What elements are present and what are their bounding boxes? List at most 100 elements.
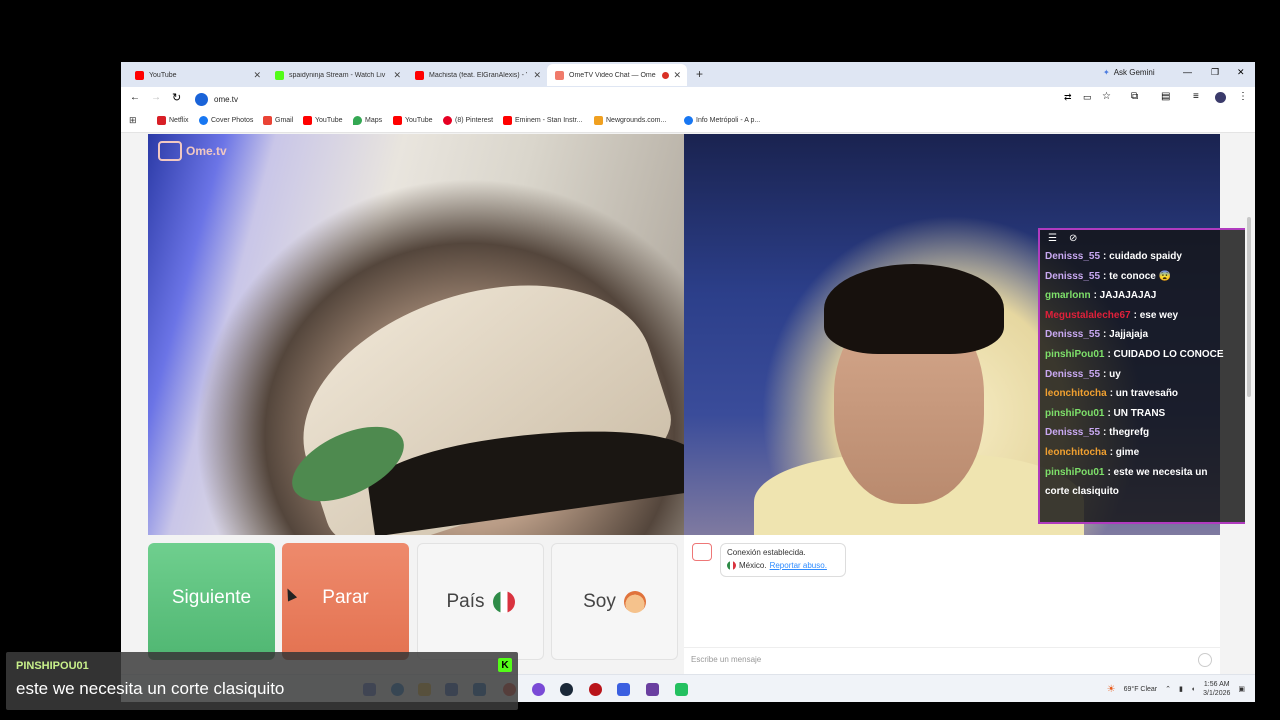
notifications-icon[interactable]: ▣	[1238, 685, 1245, 693]
apps-icon[interactable]: ⊞	[129, 115, 137, 126]
menu-icon[interactable]: ⋮	[1238, 91, 1248, 102]
mexico-flag-icon	[727, 561, 736, 570]
tab-kick[interactable]: spaidyninja Stream - Watch Liv ✕	[267, 64, 407, 86]
chat-username: Denisss_55	[1045, 329, 1101, 341]
tab-title: spaidyninja Stream - Watch Liv	[289, 71, 386, 79]
emoji-icon[interactable]	[1198, 653, 1212, 667]
toolbar: ← → ↻ ome.tv ⇄ ▭ ☆ ⧉ ▤ ≡ ⋮	[121, 87, 1255, 111]
pinterest-icon	[443, 116, 452, 125]
reload-icon[interactable]: ↻	[172, 91, 181, 104]
bookmark-item[interactable]: Maps	[353, 116, 382, 125]
chat-message: leonchitocha: gime	[1045, 444, 1225, 461]
address-bar[interactable]: ome.tv	[189, 90, 1124, 108]
ask-gemini-label: Ask Gemini	[1113, 68, 1155, 77]
gender-button[interactable]: Soy	[551, 543, 678, 660]
bookmark-item[interactable]: Newgrounds.com...	[594, 116, 666, 125]
close-icon[interactable]: ✕	[533, 70, 541, 81]
chat-username: Denisss_55	[1045, 368, 1101, 380]
profile-avatar[interactable]	[1215, 92, 1226, 103]
bookmark-item[interactable]: YouTube	[303, 116, 343, 125]
ometv-avatar-icon	[692, 543, 712, 561]
youtube-icon	[135, 70, 144, 80]
close-icon[interactable]: ✕	[253, 70, 261, 81]
ask-gemini-button[interactable]: ✦ Ask Gemini	[1103, 68, 1155, 77]
connection-status: Conexión establecida.	[727, 548, 806, 557]
bookmark-label: YouTube	[405, 117, 433, 124]
message-input[interactable]: Escribe un mensaje	[684, 647, 1220, 671]
scrollbar[interactable]	[1245, 207, 1253, 702]
bookmark-item[interactable]: (8) Pinterest	[443, 116, 493, 125]
obs-icon[interactable]	[646, 683, 659, 696]
logo-text: Ome.tv	[186, 144, 227, 158]
url-text: ome.tv	[214, 94, 239, 104]
bookmark-label: YouTube	[315, 117, 343, 124]
bookmark-item[interactable]: Netflix	[157, 116, 188, 125]
bookmark-item[interactable]: Eminem - Stan Instr...	[503, 116, 582, 125]
app-icon[interactable]	[675, 683, 688, 696]
bookmark-label: Maps	[365, 117, 383, 124]
sidebar-icon[interactable]: ▤	[1161, 91, 1170, 102]
restore-icon[interactable]: ❐	[1211, 67, 1219, 78]
weather-text[interactable]: 69°F Clear	[1124, 686, 1158, 693]
chat-text: : uy	[1103, 368, 1121, 380]
chat-text: : este we necesita un	[1107, 466, 1208, 478]
stream-chat-caption: PINSHIPOU01 K este we necesita un corte …	[6, 652, 518, 710]
chat-username: pinshiPou01	[1045, 349, 1105, 360]
bookmark-star-icon[interactable]: ☆	[1102, 91, 1111, 102]
kick-icon: K	[498, 658, 512, 672]
chat-message: pinshiPou01: CUIDADO LO CONOCE	[1045, 346, 1225, 363]
video-frame-detail	[824, 264, 1004, 354]
no-signal-icon[interactable]: ⊘	[1069, 233, 1077, 244]
minimize-icon[interactable]: —	[1183, 67, 1192, 77]
chat-message: Denisss_55: cuidado spaidy	[1045, 248, 1225, 265]
chat-text: : UN TRANS	[1107, 407, 1166, 419]
network-icon[interactable]: ▮	[1179, 685, 1183, 693]
newgrounds-icon	[594, 116, 603, 125]
translate-icon[interactable]: ⇄	[1064, 92, 1072, 103]
cast-icon[interactable]: ▭	[1083, 92, 1092, 103]
chat-message: pinshiPou01: UN TRANS	[1045, 405, 1225, 422]
chevron-up-icon[interactable]: ⌃	[1165, 685, 1171, 693]
report-abuse-link[interactable]: Reportar abuso.	[770, 561, 827, 570]
app-icon[interactable]	[532, 683, 545, 696]
bookmarks-bar: ⊞ Netflix Cover Photos Gmail YouTube Map…	[121, 111, 1255, 133]
chat-message: Denisss_55: te conoce 😨	[1045, 268, 1225, 285]
site-info-icon[interactable]	[195, 92, 208, 106]
bookmark-item[interactable]: Cover Photos	[199, 116, 253, 125]
bookmark-label: (8) Pinterest	[455, 117, 494, 124]
tab-machista[interactable]: Machista (feat. ElGranAlexis) - Y ✕	[407, 64, 547, 86]
chat-username: pinshiPou01	[1045, 466, 1105, 478]
close-icon[interactable]: ✕	[393, 70, 401, 81]
youtube-icon	[503, 116, 512, 125]
chat-text: : gime	[1109, 447, 1140, 458]
forward-icon[interactable]: →	[151, 92, 161, 103]
app-icon[interactable]	[617, 683, 630, 696]
reading-list-icon[interactable]: ≡	[1193, 91, 1199, 102]
hamburger-icon[interactable]: ☰	[1048, 233, 1057, 244]
back-icon[interactable]: ←	[130, 92, 140, 103]
boy-emoji-icon	[623, 590, 646, 613]
next-button[interactable]: Siguiente	[148, 543, 275, 660]
steam-icon[interactable]	[560, 683, 573, 696]
close-icon[interactable]: ✕	[673, 70, 681, 81]
volume-icon[interactable]: ◖	[1191, 686, 1195, 693]
stop-button[interactable]: Parar	[282, 543, 409, 660]
app-icon[interactable]	[589, 683, 602, 696]
chat-username: gmarlonn	[1045, 290, 1091, 302]
bookmark-label: Cover Photos	[211, 117, 254, 124]
new-tab-icon[interactable]: +	[696, 67, 703, 81]
clock[interactable]: 1:56 AM 3/1/2026	[1203, 680, 1230, 698]
scroll-thumb[interactable]	[1247, 217, 1251, 397]
bookmark-item[interactable]: Info Metrópoli - A p...	[684, 116, 760, 125]
tab-ometv[interactable]: OmeTV Video Chat — Ome ✕	[547, 64, 687, 86]
chat-message: leonchitocha: un travesaño	[1045, 385, 1225, 402]
gender-label: Soy	[583, 590, 616, 612]
country-label: País	[446, 590, 485, 612]
bookmark-item[interactable]: YouTube	[393, 116, 433, 125]
window-close-icon[interactable]: ✕	[1237, 67, 1245, 78]
country-button[interactable]: País	[417, 543, 544, 660]
bookmark-item[interactable]: Gmail	[263, 116, 293, 125]
extensions-icon[interactable]: ⧉	[1131, 91, 1138, 102]
chat-username: leonchitocha	[1045, 388, 1107, 400]
tab-youtube[interactable]: YouTube ✕	[127, 64, 267, 86]
